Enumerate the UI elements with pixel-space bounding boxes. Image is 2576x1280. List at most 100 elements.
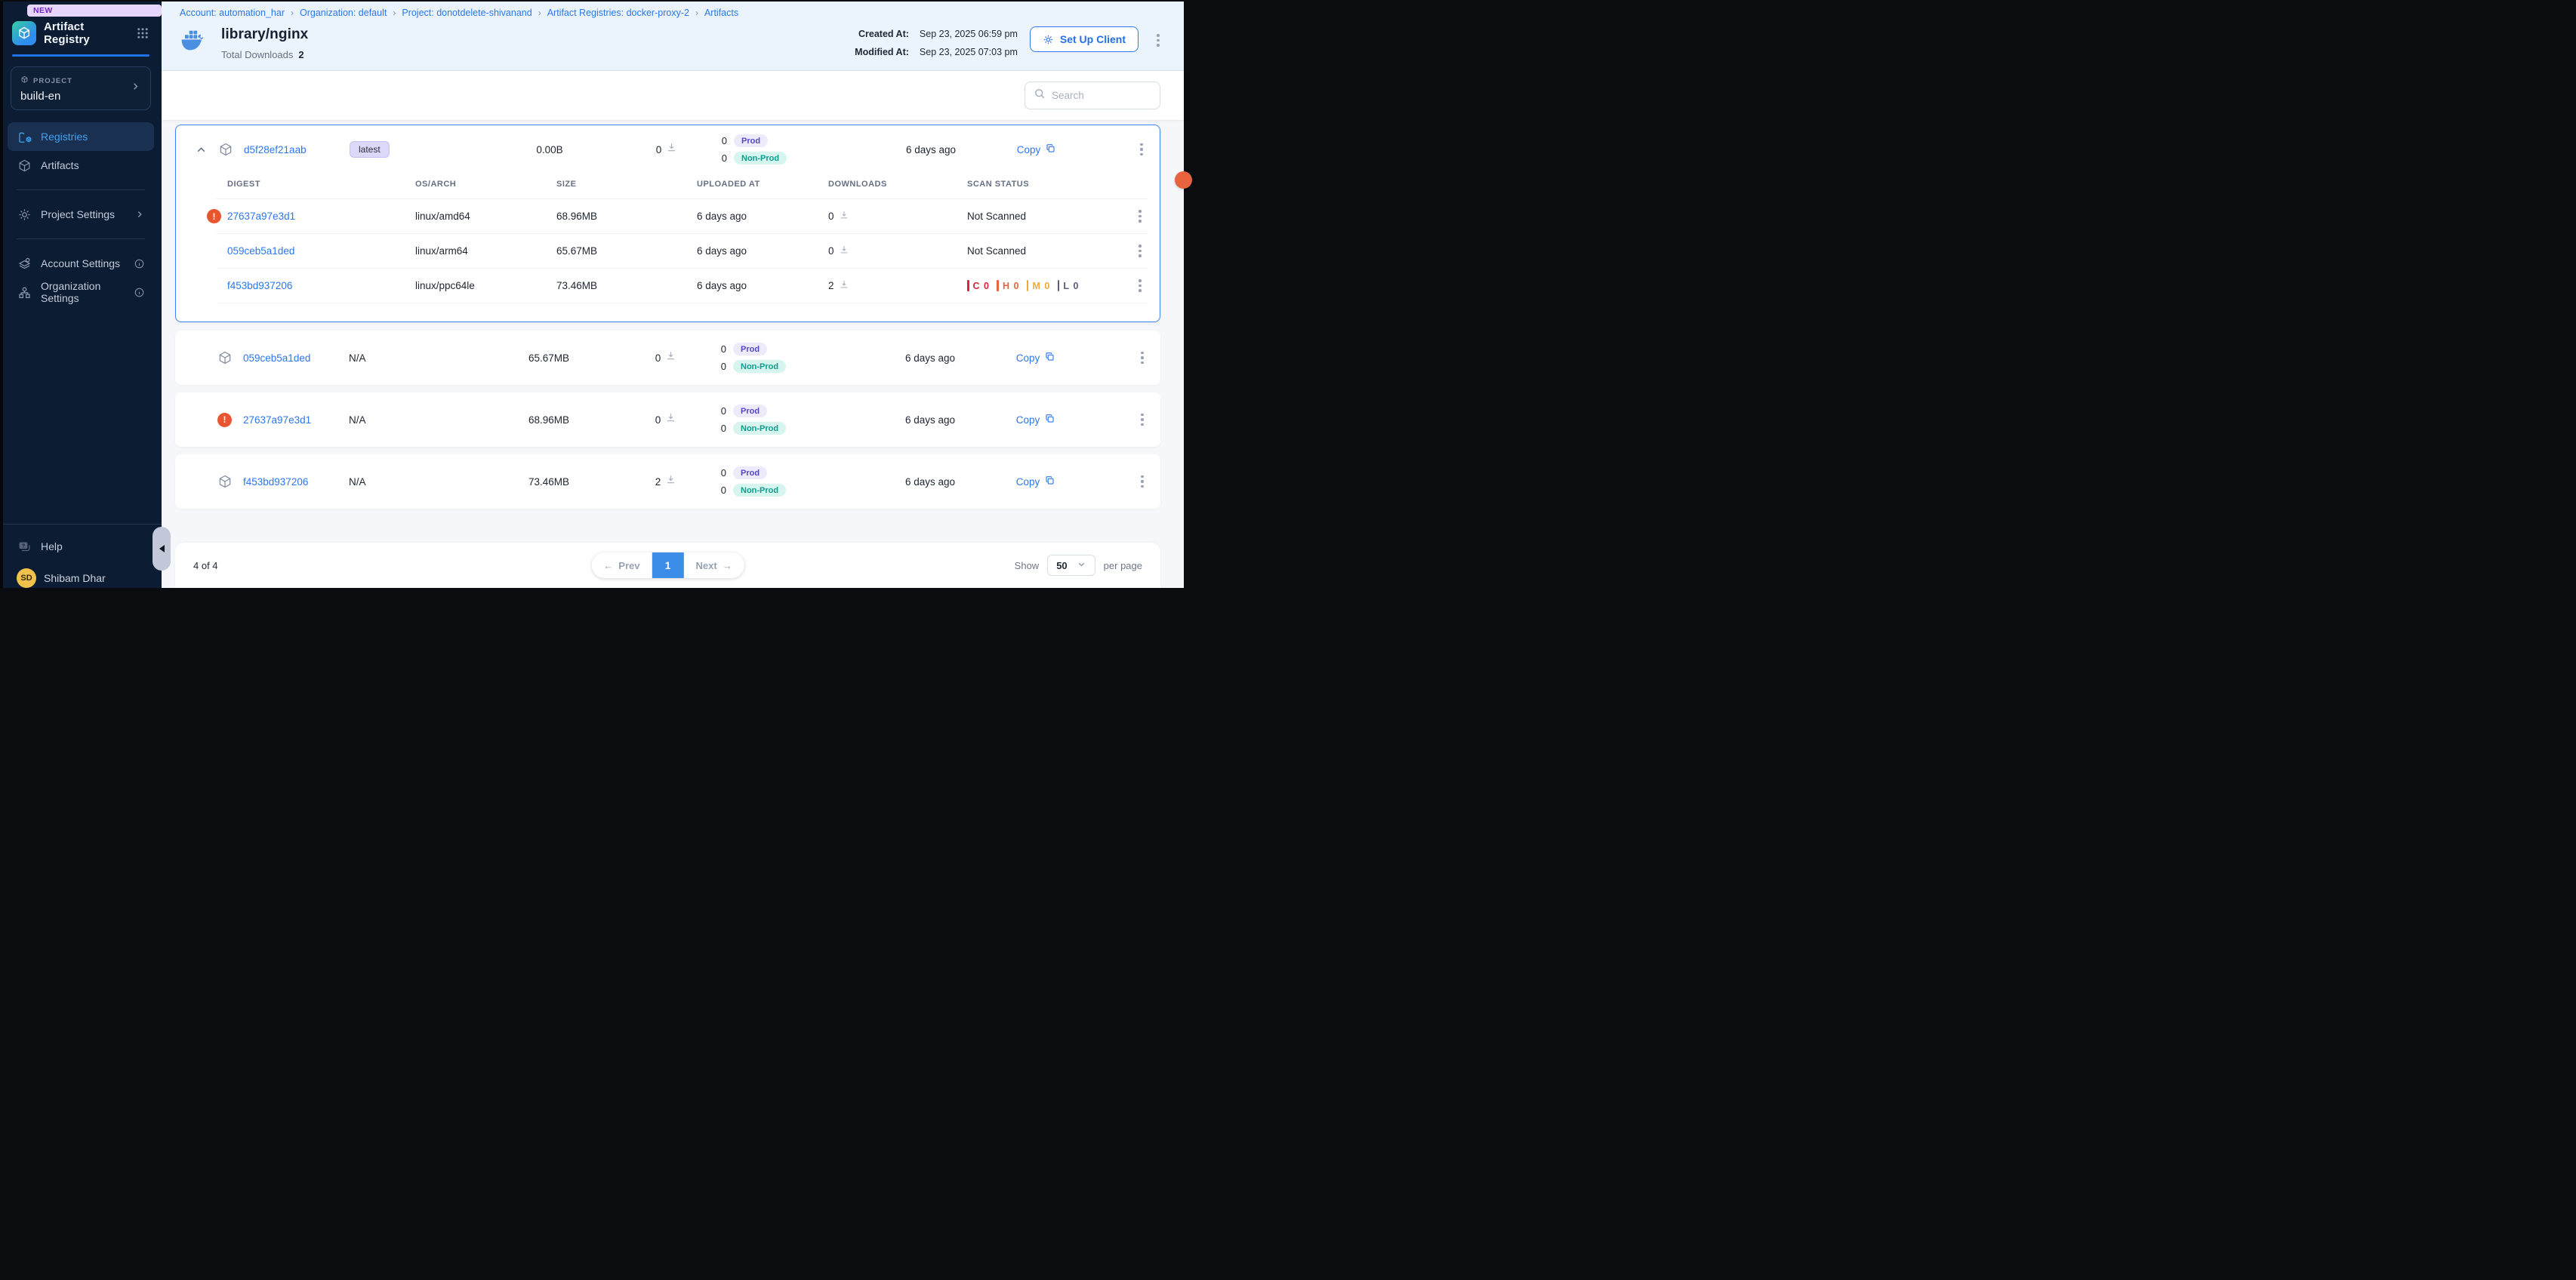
digest-uploaded: 6 days ago [686, 245, 818, 257]
digest-downloads: 0 [828, 211, 834, 222]
digest-size: 68.96MB [546, 211, 686, 222]
download-icon [839, 279, 849, 292]
sidebar-item-label: Help [41, 540, 63, 552]
search-input[interactable] [1052, 90, 1151, 101]
info-icon[interactable] [134, 287, 145, 298]
digest-link[interactable]: f453bd937206 [227, 280, 292, 291]
version-age: 6 days ago [870, 476, 991, 488]
total-downloads-value: 2 [298, 49, 304, 60]
sidebar-collapse-handle[interactable] [153, 527, 171, 571]
modified-at-label: Modified At: [855, 47, 909, 57]
digest-kebab-menu[interactable] [1132, 210, 1148, 223]
page-size-select[interactable]: 50 [1047, 555, 1095, 576]
next-page-button[interactable]: Next → [684, 552, 744, 578]
nonprod-badge: Non-Prod [734, 152, 787, 165]
digest-size: 73.46MB [546, 280, 686, 291]
version-size: 65.67MB [485, 352, 613, 364]
sidebar-item-account-settings[interactable]: Account Settings [8, 249, 154, 278]
arrow-right-icon: → [723, 560, 732, 571]
toolbar [162, 71, 1184, 120]
digest-downloads: 0 [828, 245, 834, 257]
warning-icon: ! [207, 209, 221, 223]
version-size: 73.46MB [485, 476, 613, 488]
scan-status: Not Scanned [957, 211, 1117, 222]
page-size-control: Show 50 per page [1015, 555, 1142, 576]
search-icon [1034, 88, 1046, 103]
version-kebab-menu[interactable] [1135, 475, 1150, 488]
digest-row: 059ceb5a1ded linux/arm64 65.67MB 6 days … [217, 234, 1148, 269]
sidebar-item-organization-settings[interactable]: Organization Settings [8, 278, 154, 306]
info-icon[interactable] [134, 258, 145, 269]
sidebar-accent-rule [12, 54, 149, 57]
download-icon [665, 412, 676, 427]
downloads-count: 0 [655, 414, 661, 426]
scan-high: H0 [997, 280, 1018, 291]
nonprod-badge: Non-Prod [733, 484, 786, 497]
prod-badge: Prod [734, 134, 768, 147]
copy-label: Copy [1017, 144, 1041, 155]
version-digest-link[interactable]: d5f28ef21aab [244, 144, 350, 155]
download-icon [665, 474, 676, 489]
version-tag: N/A [349, 352, 485, 364]
digest-kebab-menu[interactable] [1132, 245, 1148, 257]
arrow-left-icon: ← [603, 560, 613, 571]
version-card: f453bd937206 N/A 73.46MB 2 0 Prod [175, 454, 1160, 509]
copy-icon [1044, 475, 1055, 488]
prod-count: 0 [719, 405, 726, 417]
col-scan-status: SCAN STATUS [957, 180, 1117, 189]
package-icon [213, 350, 243, 365]
copy-button[interactable]: Copy [991, 351, 1081, 365]
app-title: Artifact Registry [44, 20, 128, 46]
prod-count: 0 [719, 343, 726, 355]
chevron-down-icon [1077, 559, 1086, 571]
breadcrumb-project[interactable]: Project: donotdelete-shivanand [402, 8, 532, 18]
version-age: 6 days ago [870, 144, 991, 155]
floating-notification-dot[interactable] [1175, 171, 1192, 189]
search-box[interactable] [1025, 82, 1160, 109]
copy-button[interactable]: Copy [991, 475, 1081, 488]
prev-page-button[interactable]: ← Prev [591, 552, 652, 578]
sidebar-item-registries[interactable]: Registries [8, 122, 154, 151]
project-selector[interactable]: PROJECT build-en [11, 66, 151, 110]
digest-link[interactable]: 27637a97e3d1 [227, 211, 295, 222]
sidebar-bottom: ? Help SD Shibam Dhar [0, 524, 162, 588]
digest-size: 65.67MB [546, 245, 686, 257]
nonprod-badge: Non-Prod [733, 360, 786, 373]
digest-uploaded: 6 days ago [686, 211, 818, 222]
next-label: Next [696, 560, 717, 571]
col-size: SIZE [546, 180, 686, 189]
collapse-arrow-icon [156, 545, 165, 552]
version-digest-link[interactable]: f453bd937206 [243, 476, 349, 488]
digest-os-arch: linux/amd64 [405, 211, 546, 222]
setup-client-button[interactable]: Set Up Client [1030, 26, 1139, 52]
tag-badge: latest [350, 141, 390, 158]
version-kebab-menu[interactable] [1135, 352, 1150, 365]
chevron-up-icon[interactable] [188, 143, 214, 156]
version-digest-link[interactable]: 27637a97e3d1 [243, 414, 349, 426]
digest-kebab-menu[interactable] [1132, 279, 1148, 292]
breadcrumb-account[interactable]: Account: automation_har [180, 8, 285, 18]
header-kebab-menu[interactable] [1151, 34, 1166, 47]
breadcrumb-artifacts[interactable]: Artifacts [704, 8, 738, 18]
digest-link[interactable]: 059ceb5a1ded [227, 245, 294, 257]
nonprod-count: 0 [719, 485, 726, 496]
page-number-active[interactable]: 1 [652, 552, 684, 578]
user-menu[interactable]: SD Shibam Dhar [8, 561, 154, 588]
sidebar-item-project-settings[interactable]: Project Settings [8, 200, 154, 229]
sidebar-item-help[interactable]: ? Help [8, 532, 154, 561]
version-kebab-menu[interactable] [1134, 143, 1149, 156]
window-edge-top [0, 0, 1184, 2]
digest-downloads: 2 [828, 280, 834, 291]
apps-grid-icon[interactable] [136, 26, 149, 40]
copy-button[interactable]: Copy [991, 413, 1081, 426]
copy-icon [1044, 413, 1055, 426]
breadcrumb-registry[interactable]: Artifact Registries: docker-proxy-2 [547, 8, 689, 18]
sidebar-item-artifacts[interactable]: Artifacts [8, 151, 154, 180]
version-kebab-menu[interactable] [1135, 414, 1150, 426]
copy-button[interactable]: Copy [991, 143, 1082, 156]
version-digest-link[interactable]: 059ceb5a1ded [243, 352, 349, 364]
breadcrumb-organization[interactable]: Organization: default [300, 8, 387, 18]
app-logo-row: Artifact Registry [0, 17, 162, 53]
col-downloads: DOWNLOADS [818, 180, 957, 189]
pagination-bar: 4 of 4 ← Prev 1 Next → Show 50 [175, 543, 1160, 588]
